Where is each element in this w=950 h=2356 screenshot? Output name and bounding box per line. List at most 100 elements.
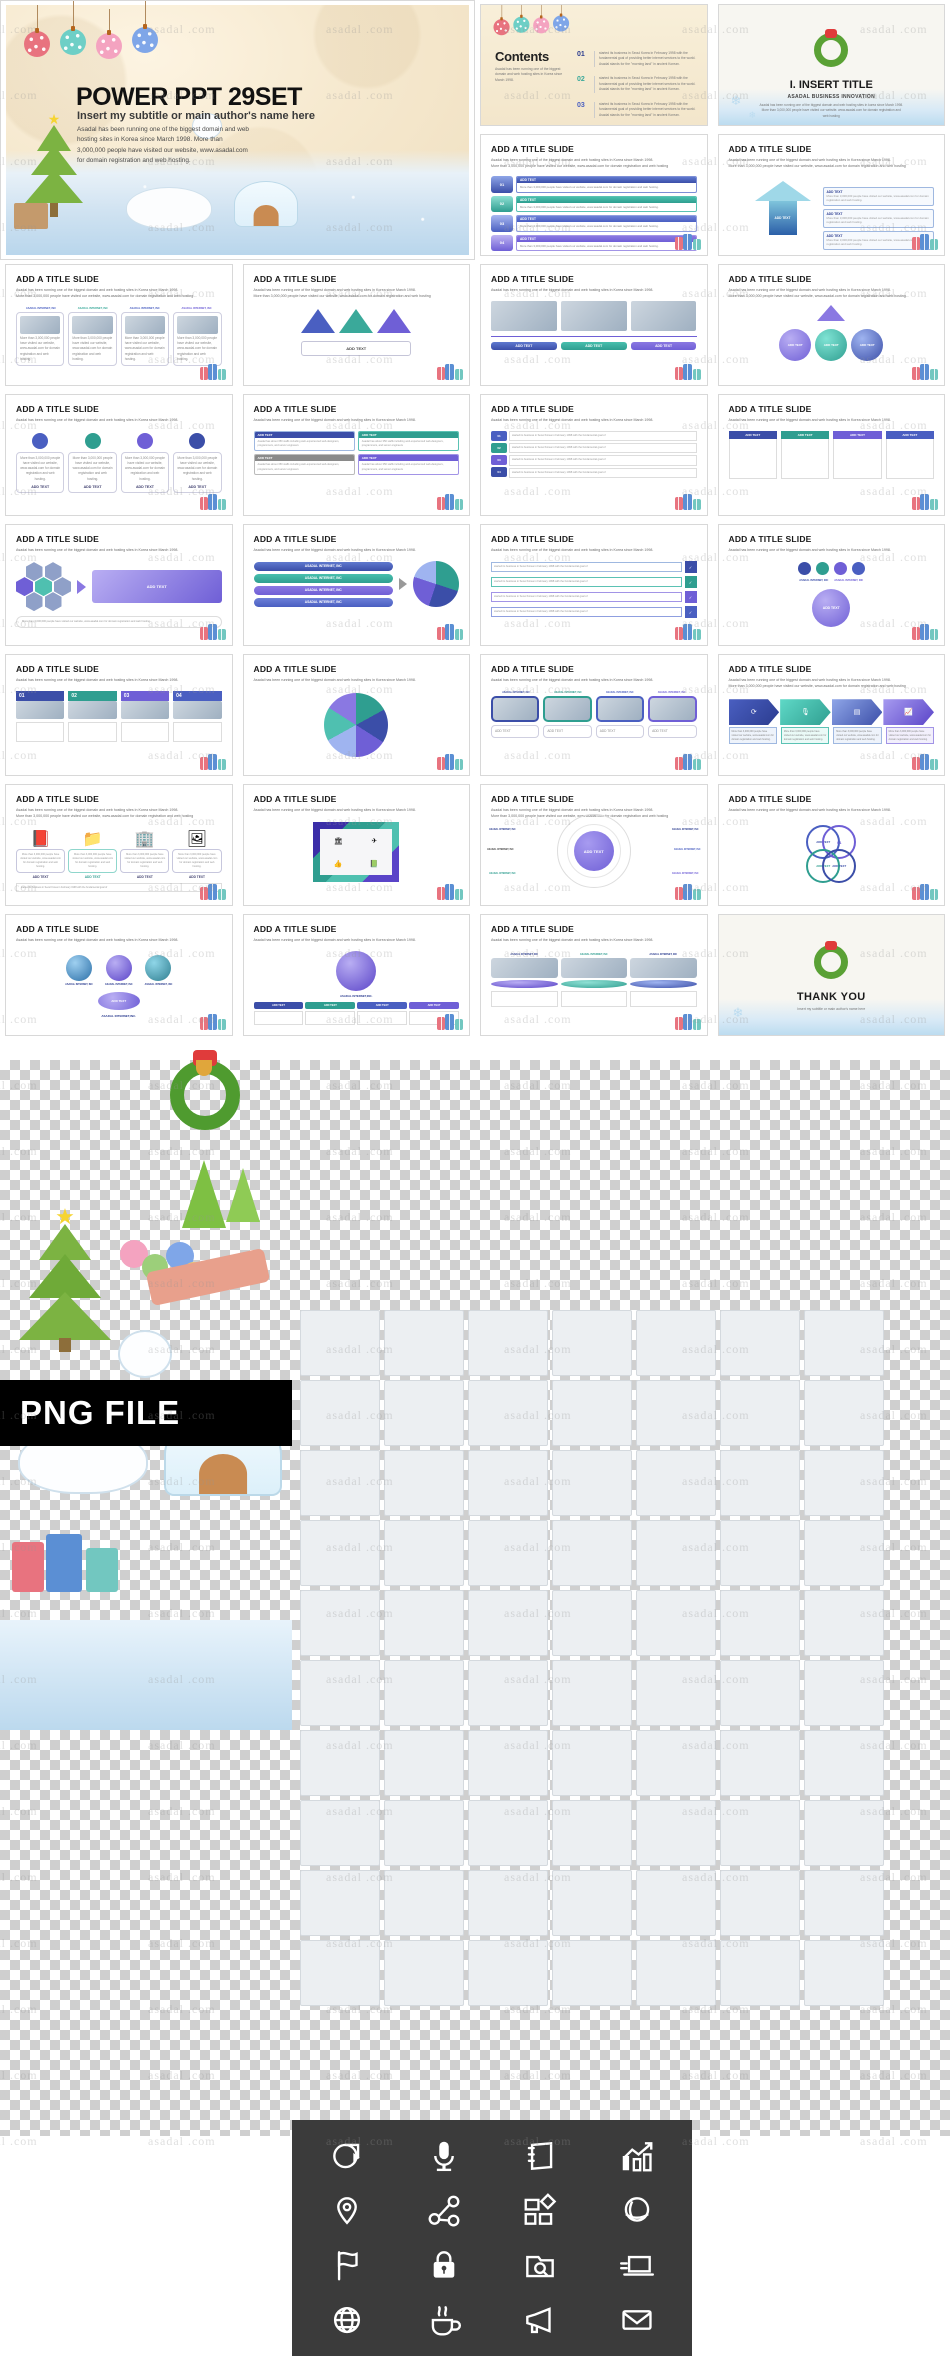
thumbnail[interactable] bbox=[552, 1800, 632, 1866]
laptop-icon[interactable] bbox=[590, 2239, 685, 2292]
pill-label[interactable]: ASADAL INTERNET, INC bbox=[254, 598, 394, 607]
slide-quad-table[interactable]: ADD A TITLE SLIDE Asadal has been runnin… bbox=[243, 394, 471, 516]
quad-cell[interactable]: ADD TEXTAsadal has about 350 staffs incl… bbox=[358, 454, 459, 474]
slide-checklist[interactable]: ADD A TITLE SLIDE Asadal has been runnin… bbox=[480, 524, 708, 646]
thumbnail[interactable] bbox=[804, 1730, 884, 1796]
slide-pie-wheel[interactable]: ADD A TITLE SLIDE Asadal has been runnin… bbox=[243, 654, 471, 776]
thumbnail[interactable] bbox=[720, 1520, 800, 1586]
triangle-shape[interactable] bbox=[339, 309, 373, 333]
slide-photo-cards[interactable]: ADD A TITLE SLIDE Asadal has been runnin… bbox=[5, 264, 233, 386]
thumbnail[interactable] bbox=[720, 1870, 800, 1936]
list-item[interactable]: 01 ADD TEXT More than 3,000,000 people h… bbox=[491, 176, 697, 192]
thumbnail[interactable] bbox=[300, 1870, 380, 1936]
thumbnail[interactable] bbox=[468, 1660, 548, 1726]
thumbnail[interactable] bbox=[384, 1590, 464, 1656]
globe-hand-icon[interactable] bbox=[590, 2185, 685, 2238]
center-orb[interactable] bbox=[336, 951, 376, 991]
thumbnail[interactable] bbox=[804, 1940, 884, 2006]
shapes-icon[interactable] bbox=[493, 2185, 588, 2238]
thumbnail[interactable] bbox=[720, 1660, 800, 1726]
slide-photo-timeline[interactable]: ADD A TITLE SLIDE Asadal has been runnin… bbox=[480, 264, 708, 386]
coffee-icon[interactable] bbox=[397, 2294, 492, 2347]
thumbnail[interactable] bbox=[468, 1520, 548, 1586]
thumbnail[interactable] bbox=[300, 1450, 380, 1516]
thumbnail[interactable] bbox=[552, 1520, 632, 1586]
thumbnail[interactable] bbox=[804, 1660, 884, 1726]
list-item[interactable]: 02 ADD TEXT More than 3,000,000 people h… bbox=[491, 196, 697, 212]
globe-wire-icon[interactable] bbox=[300, 2294, 395, 2347]
thumbnail[interactable] bbox=[468, 1310, 548, 1376]
thumbnail[interactable] bbox=[300, 1380, 380, 1446]
photo-card[interactable]: More than 3,000,000 people have visited … bbox=[16, 312, 64, 366]
thumbnail[interactable] bbox=[720, 1730, 800, 1796]
center-hub[interactable]: ADD TEXT bbox=[574, 831, 614, 871]
list-item[interactable]: started its business in Seoul Korea in F… bbox=[491, 591, 697, 603]
slide-photo-row[interactable]: ADD A TITLE SLIDE Asadal has been runnin… bbox=[480, 654, 708, 776]
thumbnail[interactable] bbox=[468, 1590, 548, 1656]
thumbnail[interactable] bbox=[636, 1800, 716, 1866]
quad-cell[interactable]: ADD TEXTAsadal has about 350 staffs incl… bbox=[254, 431, 355, 451]
thumbnail[interactable] bbox=[384, 1520, 464, 1586]
photo-card[interactable]: More than 3,000,000 people have visited … bbox=[173, 312, 221, 366]
step-chip[interactable]: ADD TEXT bbox=[305, 1002, 355, 1009]
thumbnail[interactable] bbox=[720, 1380, 800, 1446]
list-item[interactable]: started its business in Seoul Korea in F… bbox=[491, 576, 697, 588]
slide-chevron-arrows[interactable]: ADD A TITLE SLIDE Asadal has been runnin… bbox=[718, 654, 946, 776]
thumbnail[interactable] bbox=[636, 1520, 716, 1586]
triangle-shape[interactable] bbox=[301, 309, 335, 333]
thumbnail[interactable] bbox=[552, 1660, 632, 1726]
thumbnail[interactable] bbox=[300, 1520, 380, 1586]
step-chip[interactable]: ADD TEXT bbox=[357, 1002, 407, 1009]
thumbnail[interactable] bbox=[720, 1940, 800, 2006]
pill-label[interactable]: ASADAL INTERNET, INC bbox=[254, 574, 394, 583]
slide-grid-icons[interactable]: ADD A TITLE SLIDE Asadal has been runnin… bbox=[5, 784, 233, 906]
thumbnail[interactable] bbox=[300, 1310, 380, 1376]
notebook-icon[interactable] bbox=[493, 2130, 588, 2183]
chip-label[interactable]: ADD TEXT bbox=[491, 342, 557, 350]
slide-orb-tree[interactable]: ADD A TITLE SLIDE Asadal has been runnin… bbox=[5, 914, 233, 1036]
thumbnail[interactable] bbox=[468, 1380, 548, 1446]
clover-leaf[interactable]: ADD TEXT bbox=[822, 849, 856, 883]
thumbnail[interactable] bbox=[636, 1310, 716, 1376]
thumbnail[interactable] bbox=[636, 1590, 716, 1656]
circle-node[interactable]: ADD TEXT bbox=[779, 329, 811, 361]
thumbnail[interactable] bbox=[384, 1940, 464, 2006]
location-pin-icon[interactable] bbox=[300, 2185, 395, 2238]
list-item[interactable]: 03started its business in Seoul Korea in… bbox=[577, 102, 697, 118]
pill-label[interactable]: ASADAL INTERNET, INC bbox=[254, 562, 394, 571]
thumbnail[interactable] bbox=[636, 1450, 716, 1516]
thumbnail[interactable] bbox=[468, 1870, 548, 1936]
thumbnail[interactable] bbox=[720, 1450, 800, 1516]
triangle-shape[interactable] bbox=[377, 309, 411, 333]
quad-cell[interactable]: ADD TEXTAsadal has about 350 staffs incl… bbox=[254, 454, 355, 474]
thumbnail[interactable] bbox=[636, 1940, 716, 2006]
slide-icon-orbit[interactable]: ADD A TITLE SLIDE Asadal has been runnin… bbox=[718, 524, 946, 646]
list-item[interactable]: 01started its business in Seoul Korea in… bbox=[577, 51, 697, 67]
thumbnail[interactable] bbox=[720, 1590, 800, 1656]
circle-node[interactable]: ADD TEXT bbox=[815, 329, 847, 361]
thumbnail[interactable] bbox=[384, 1800, 464, 1866]
slide-frame-quad[interactable]: ADD A TITLE SLIDE Asadal has been runnin… bbox=[243, 784, 471, 906]
slide-matrix-table[interactable]: ADD A TITLE SLIDE Asadal has been runnin… bbox=[480, 394, 708, 516]
step-chip[interactable]: ADD TEXT bbox=[254, 1002, 304, 1009]
center-hub[interactable]: ADD TEXT bbox=[812, 589, 850, 627]
chip-label[interactable]: ADD TEXT bbox=[631, 342, 697, 350]
thumbnail[interactable] bbox=[384, 1730, 464, 1796]
thumbnail[interactable] bbox=[384, 1660, 464, 1726]
thumbnail[interactable] bbox=[552, 1940, 632, 2006]
thumbnail[interactable] bbox=[804, 1310, 884, 1376]
slide-contents[interactable]: Contents Asadal has been running one of … bbox=[480, 4, 708, 126]
thumbnail[interactable] bbox=[300, 1590, 380, 1656]
thumbnail[interactable] bbox=[636, 1380, 716, 1446]
thumbnail[interactable] bbox=[636, 1870, 716, 1936]
slide-compare-columns[interactable]: ADD A TITLE SLIDE Asadal has been runnin… bbox=[718, 394, 946, 516]
list-item[interactable]: 04 ADD TEXT More than 3,000,000 people h… bbox=[491, 235, 697, 251]
slide-disc-photos[interactable]: ADD A TITLE SLIDE Asadal has been runnin… bbox=[480, 914, 708, 1036]
flag-icon[interactable] bbox=[300, 2239, 395, 2292]
orb-node[interactable] bbox=[145, 955, 171, 981]
growth-chart-icon[interactable] bbox=[590, 2130, 685, 2183]
thumbnail[interactable] bbox=[804, 1800, 884, 1866]
envelope-icon[interactable] bbox=[590, 2294, 685, 2347]
slide-list-rows[interactable]: ADD A TITLE SLIDE Asadal has been runnin… bbox=[480, 134, 708, 256]
add-text-box[interactable]: ADD TEXT bbox=[92, 570, 222, 603]
